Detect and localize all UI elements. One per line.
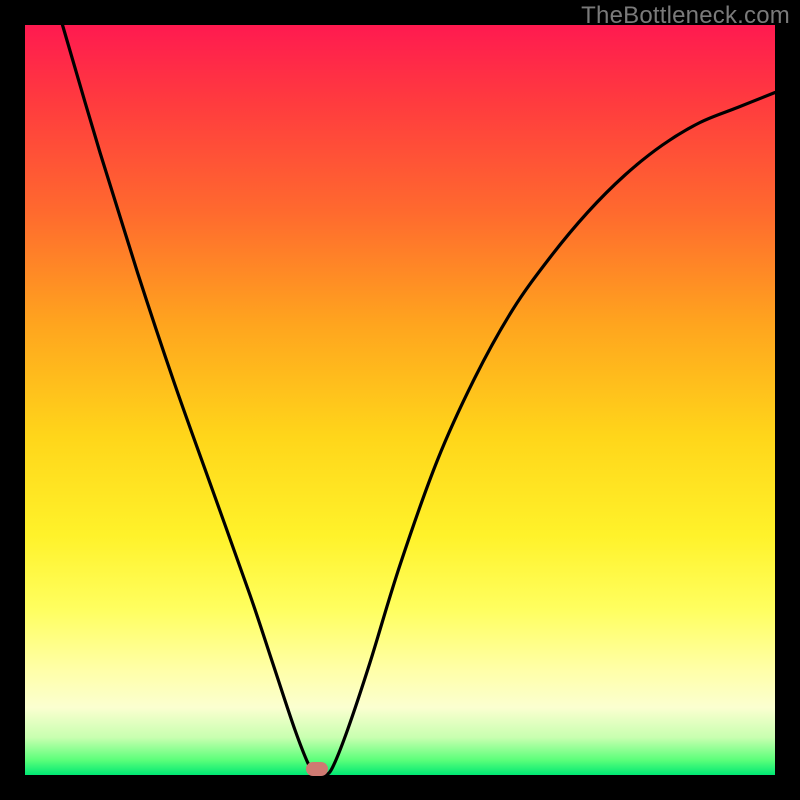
- optimal-marker: [306, 762, 328, 776]
- watermark-text: TheBottleneck.com: [581, 2, 790, 30]
- chart-frame: TheBottleneck.com: [0, 0, 800, 800]
- plot-area: [25, 25, 775, 775]
- bottleneck-curve: [25, 25, 775, 775]
